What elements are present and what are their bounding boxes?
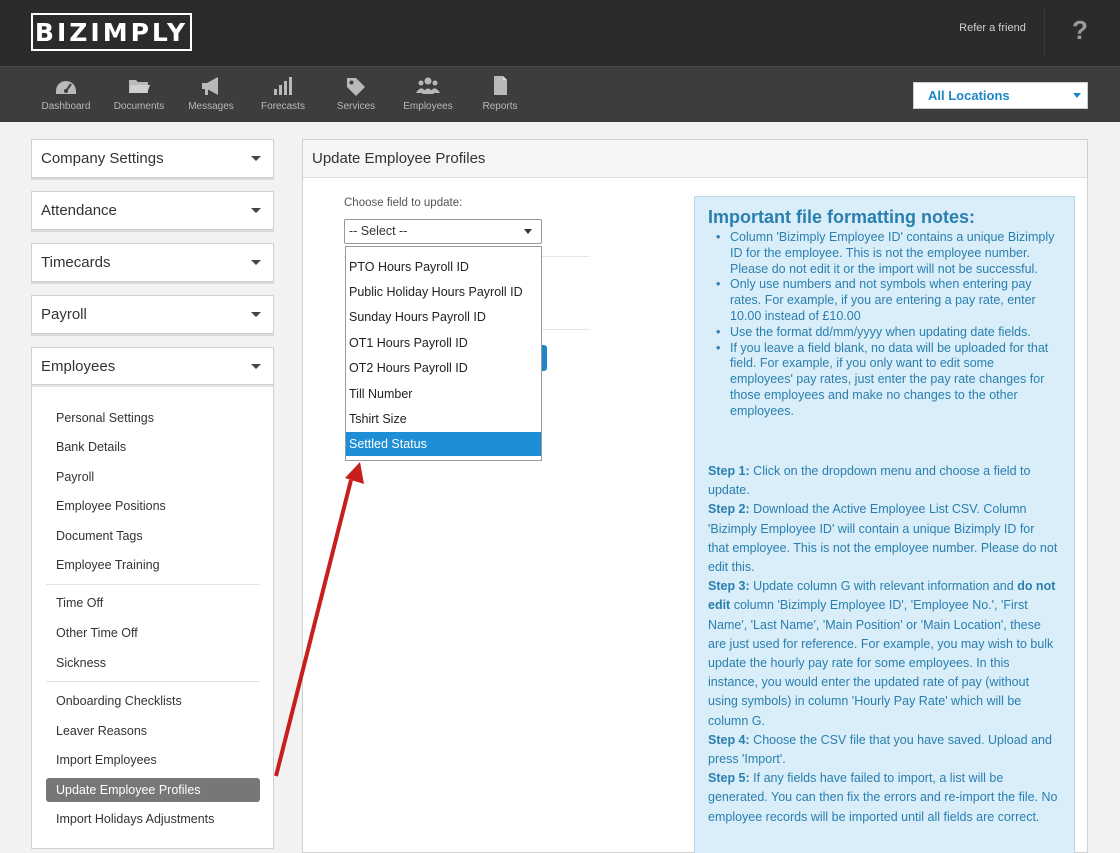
bar-chart-icon bbox=[274, 77, 292, 95]
sidebar-link-import-holidays-adjustments[interactable]: Import Holidays Adjustments bbox=[46, 807, 260, 831]
sidebar-link-onboarding-checklists[interactable]: Onboarding Checklists bbox=[46, 689, 260, 713]
dropdown-option[interactable]: Public Holiday Hours Payroll ID bbox=[346, 280, 541, 304]
document-icon bbox=[494, 76, 507, 95]
dropdown-option[interactable]: Tshirt Size bbox=[346, 407, 541, 431]
dropdown-option[interactable]: OT2 Hours Payroll ID bbox=[346, 356, 541, 380]
steps-text: Step 1: Click on the dropdown menu and c… bbox=[708, 462, 1058, 827]
nav-employees[interactable]: Employees bbox=[392, 75, 464, 112]
step-label: Step 2: bbox=[708, 502, 750, 517]
refer-a-friend-link[interactable]: Refer a friend bbox=[940, 0, 1045, 56]
sidebar-link-bank-details[interactable]: Bank Details bbox=[46, 435, 260, 459]
step-text: column 'Bizimply Employee ID', 'Employee… bbox=[708, 598, 1054, 728]
caret-down-icon bbox=[251, 364, 261, 369]
chevron-down-icon bbox=[1073, 93, 1081, 98]
note-item: Column 'Bizimply Employee ID' contains a… bbox=[710, 230, 1055, 277]
section-title: Timecards bbox=[41, 254, 111, 271]
sidebar-link-update-employee-profiles[interactable]: Update Employee Profiles bbox=[46, 778, 260, 802]
choose-field-label: Choose field to update: bbox=[344, 197, 463, 209]
step-text: If any fields have failed to import, a l… bbox=[708, 771, 1058, 824]
tag-icon bbox=[347, 78, 365, 96]
note-item: If you leave a field blank, no data will… bbox=[710, 341, 1055, 420]
notes-title: Important file formatting notes: bbox=[708, 207, 975, 227]
nav-messages[interactable]: Messages bbox=[175, 75, 247, 112]
caret-down-icon bbox=[251, 208, 261, 213]
main-panel: Update Employee Profiles Choose field to… bbox=[302, 139, 1088, 853]
field-dropdown-list[interactable]: PTO Hours Payroll ID Public Holiday Hour… bbox=[345, 246, 542, 461]
section-title: Employees bbox=[41, 358, 116, 375]
sidebar-divider bbox=[46, 681, 260, 682]
sidebar-section-attendance[interactable]: Attendance bbox=[31, 191, 274, 230]
nav-label: Reports bbox=[482, 101, 518, 112]
employees-header[interactable]: Employees bbox=[32, 348, 273, 385]
sidebar-section-company-settings[interactable]: Company Settings bbox=[31, 139, 274, 178]
people-icon bbox=[416, 77, 440, 94]
sidebar-link-employee-training[interactable]: Employee Training bbox=[46, 553, 260, 577]
nav-dashboard[interactable]: Dashboard bbox=[30, 75, 102, 112]
sidebar-link-leaver-reasons[interactable]: Leaver Reasons bbox=[46, 719, 260, 743]
step-label: Step 1: bbox=[708, 464, 750, 478]
sidebar-link-other-time-off[interactable]: Other Time Off bbox=[46, 621, 260, 645]
nav-label: Forecasts bbox=[261, 101, 305, 112]
nav-label: Messages bbox=[188, 101, 234, 112]
panel-header: Update Employee Profiles bbox=[303, 140, 1087, 178]
dashboard-icon bbox=[56, 81, 76, 94]
notes-list: Column 'Bizimply Employee ID' contains a… bbox=[710, 230, 1055, 420]
location-select-value: All Locations bbox=[928, 88, 1010, 103]
help-icon[interactable]: ? bbox=[1062, 12, 1098, 48]
section-title: Company Settings bbox=[41, 150, 164, 167]
sidebar-link-payroll[interactable]: Payroll bbox=[46, 465, 260, 489]
sidebar-link-import-employees[interactable]: Import Employees bbox=[46, 748, 260, 772]
sidebar-link-time-off[interactable]: Time Off bbox=[46, 591, 260, 615]
dropdown-option[interactable]: Sunday Hours Payroll ID bbox=[346, 305, 541, 329]
caret-down-icon bbox=[251, 156, 261, 161]
top-bar: BIZIMPLY Refer a friend ? bbox=[0, 0, 1120, 66]
sidebar-link-sickness[interactable]: Sickness bbox=[46, 651, 260, 675]
nav-label: Documents bbox=[113, 101, 165, 112]
megaphone-icon bbox=[202, 77, 218, 95]
step-text: Choose the CSV file that you have saved.… bbox=[708, 732, 1052, 767]
nav-label: Dashboard bbox=[41, 101, 91, 112]
dropdown-option[interactable]: PTO Hours Payroll ID bbox=[346, 255, 541, 279]
step-text: Download the Active Employee List CSV. C… bbox=[708, 502, 1058, 575]
step-text: Click on the dropdown menu and choose a … bbox=[708, 464, 1031, 498]
top-divider bbox=[1044, 8, 1045, 56]
sidebar-divider bbox=[46, 584, 260, 585]
sidebar-link-employee-positions[interactable]: Employee Positions bbox=[46, 494, 260, 518]
section-title: Attendance bbox=[41, 202, 117, 219]
nav-documents[interactable]: Documents bbox=[103, 75, 175, 112]
nav-reports[interactable]: Reports bbox=[464, 75, 536, 112]
sidebar-link-document-tags[interactable]: Document Tags bbox=[46, 524, 260, 548]
nav-label: Employees bbox=[403, 101, 453, 112]
nav-label: Services bbox=[336, 101, 376, 112]
section-title: Payroll bbox=[41, 306, 87, 323]
location-select[interactable]: All Locations bbox=[913, 82, 1088, 109]
caret-down-icon bbox=[251, 312, 261, 317]
folder-icon bbox=[129, 80, 150, 93]
main-nav: Dashboard Documents Messages Forecasts S… bbox=[0, 66, 1120, 122]
sidebar-section-timecards[interactable]: Timecards bbox=[31, 243, 274, 282]
step-text: Update column G with relevant informatio… bbox=[749, 579, 1018, 594]
step-label: Step 3: bbox=[708, 579, 750, 594]
bizimply-logo[interactable]: BIZIMPLY bbox=[31, 13, 192, 51]
dropdown-option[interactable]: Till Number bbox=[346, 382, 541, 406]
dropdown-option[interactable]: OT1 Hours Payroll ID bbox=[346, 331, 541, 355]
caret-down-icon bbox=[251, 260, 261, 265]
field-select[interactable]: -- Select -- bbox=[344, 219, 542, 244]
sidebar-link-personal-settings[interactable]: Personal Settings bbox=[46, 406, 260, 430]
nav-services[interactable]: Services bbox=[320, 75, 392, 112]
nav-forecasts[interactable]: Forecasts bbox=[247, 75, 319, 112]
field-select-value: -- Select -- bbox=[349, 224, 408, 238]
dropdown-option-selected[interactable]: Settled Status bbox=[346, 432, 541, 456]
sidebar-section-payroll[interactable]: Payroll bbox=[31, 295, 274, 334]
chevron-down-icon bbox=[524, 229, 532, 234]
step-label: Step 4: bbox=[708, 732, 750, 747]
note-item: Only use numbers and not symbols when en… bbox=[710, 277, 1055, 324]
formatting-notes: Important file formatting notes: Column … bbox=[694, 196, 1075, 853]
sidebar-section-employees: Employees Personal Settings Bank Details… bbox=[31, 347, 274, 849]
step-label: Step 5: bbox=[708, 771, 750, 786]
page-title: Update Employee Profiles bbox=[312, 150, 486, 167]
note-item: Use the format dd/mm/yyyy when updating … bbox=[710, 325, 1055, 341]
